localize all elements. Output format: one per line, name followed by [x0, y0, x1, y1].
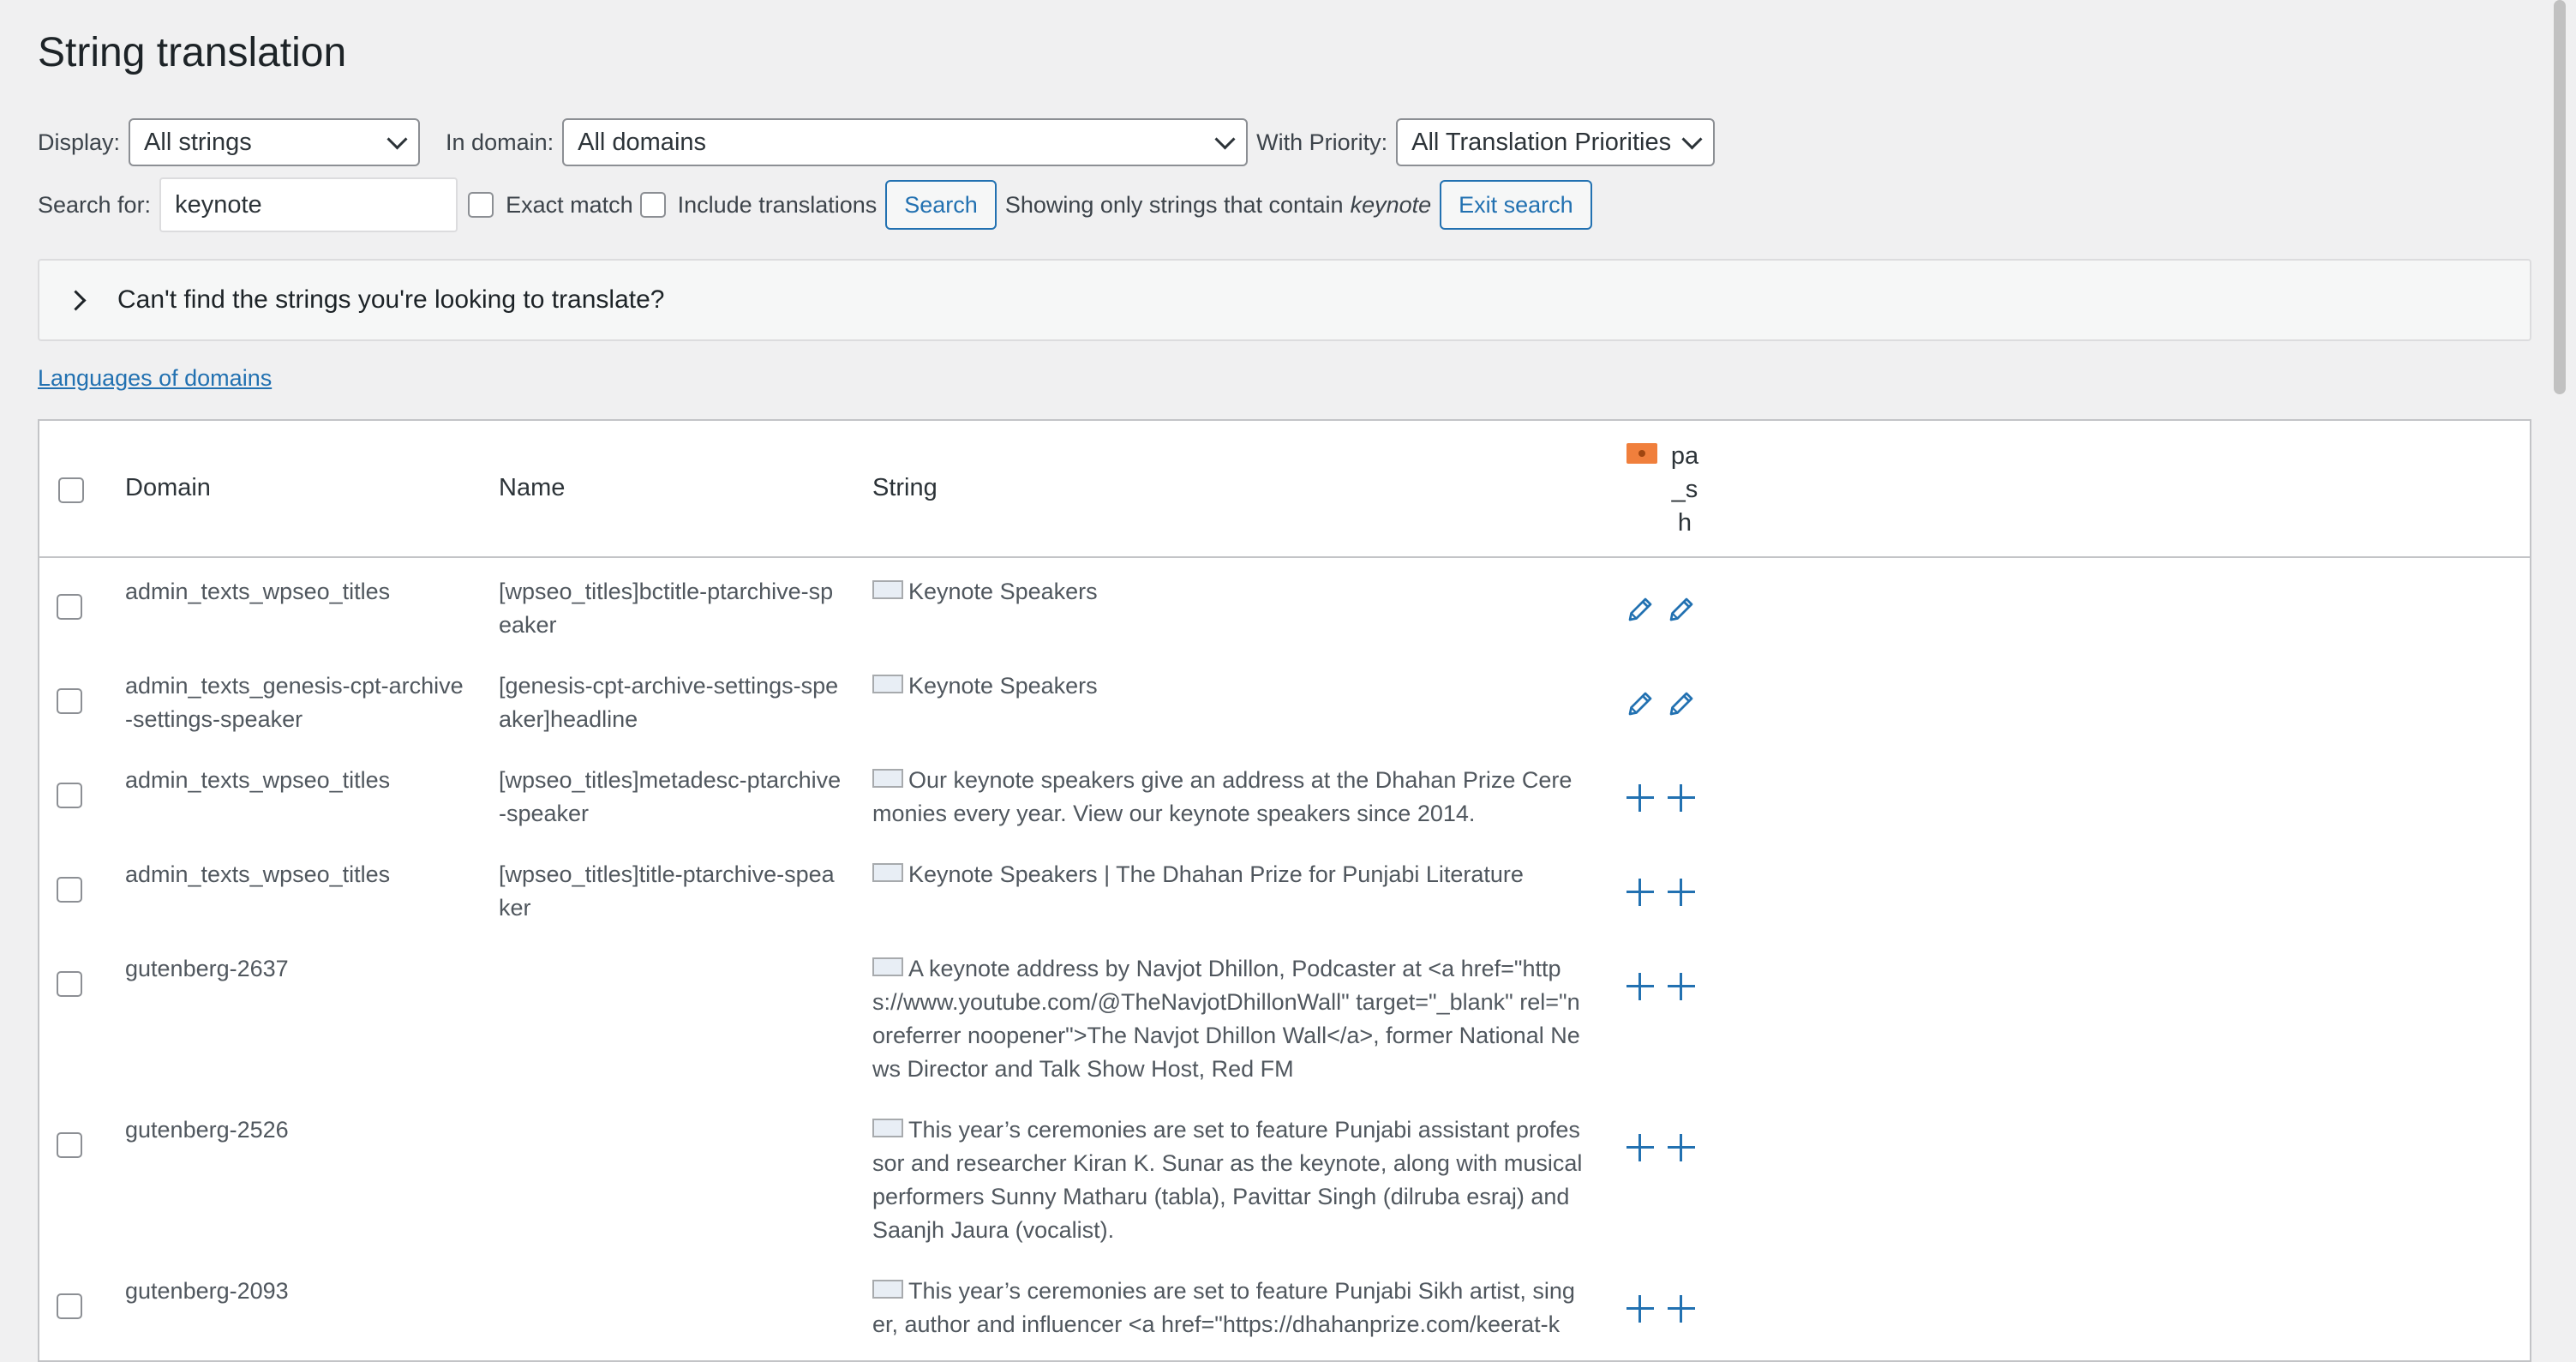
cant-find-strings-toggle[interactable]: Can't find the strings you're looking to…: [38, 259, 2531, 341]
exact-match-label: Exact match: [506, 191, 633, 218]
row-domain: gutenberg-2526: [125, 1117, 289, 1143]
row-string: Our keynote speakers give an address at …: [872, 764, 1584, 831]
english-flag-icon: [872, 957, 903, 976]
add-translation-plus-icon[interactable]: [1666, 1293, 1697, 1324]
search-bar: Search for: keynote Exact match Include …: [38, 177, 1592, 232]
row-string-text: Our keynote speakers give an address at …: [872, 767, 1573, 826]
search-input[interactable]: keynote: [159, 177, 458, 232]
domain-label: In domain:: [446, 129, 554, 155]
row-string: Keynote Speakers: [872, 575, 1584, 609]
add-translation-plus-icon[interactable]: [1666, 1132, 1697, 1163]
row-checkbox[interactable]: [57, 1293, 82, 1319]
row-string: A keynote address by Navjot Dhillon, Pod…: [872, 952, 1584, 1086]
edit-translation-pencil-icon[interactable]: [1625, 594, 1656, 625]
row-domain: gutenberg-2637: [125, 956, 289, 981]
row-checkbox[interactable]: [57, 1132, 82, 1158]
header-domain[interactable]: Domain: [125, 474, 211, 502]
add-translation-plus-icon[interactable]: [1666, 971, 1697, 1002]
row-checkbox[interactable]: [57, 971, 82, 997]
row-domain: admin_texts_wpseo_titles: [125, 767, 391, 793]
add-translation-plus-icon[interactable]: [1625, 971, 1656, 1002]
row-name: [wpseo_titles]metadesc-ptarchive-speaker: [499, 767, 842, 826]
chevron-down-icon: [386, 128, 408, 150]
row-string: Keynote Speakers | The Dhahan Prize for …: [872, 858, 1584, 891]
page-title: String translation: [38, 30, 347, 75]
page-scrollbar[interactable]: [2547, 0, 2576, 1325]
strings-table: Domain Name String pa_sh admin_texts_wps…: [38, 419, 2531, 1362]
add-translation-plus-icon[interactable]: [1625, 1293, 1656, 1324]
row-domain: admin_texts_wpseo_titles: [125, 579, 391, 604]
english-flag-icon: [872, 1119, 903, 1137]
search-button[interactable]: Search: [885, 180, 997, 230]
add-translation-plus-icon[interactable]: [1625, 1132, 1656, 1163]
punjabi-flag-icon: [1626, 443, 1657, 464]
header-name[interactable]: Name: [499, 474, 565, 502]
display-label: Display:: [38, 129, 121, 155]
row-domain: gutenberg-2093: [125, 1278, 289, 1304]
row-string-text: A keynote address by Navjot Dhillon, Pod…: [872, 956, 1580, 1082]
showing-text: Showing only strings that contain: [1004, 191, 1344, 218]
row-name: [genesis-cpt-archive-settings-speaker]he…: [499, 673, 839, 732]
add-translation-plus-icon[interactable]: [1666, 877, 1697, 908]
languages-of-domains-link[interactable]: Languages of domains: [38, 365, 272, 392]
row-string: This year’s ceremonies are set to featur…: [872, 1113, 1584, 1247]
row-string: Keynote Speakers: [872, 669, 1584, 703]
row-domain: admin_texts_genesis-cpt-archive-settings…: [125, 673, 464, 732]
row-name: [wpseo_titles]bctitle-ptarchive-speaker: [499, 579, 834, 638]
filter-bar: Display: All strings In domain: All doma…: [38, 118, 1716, 166]
add-translation-plus-icon[interactable]: [1625, 783, 1656, 813]
exact-match-checkbox[interactable]: [468, 192, 494, 218]
english-flag-icon: [872, 675, 903, 693]
row-checkbox[interactable]: [57, 877, 82, 903]
english-flag-icon: [872, 580, 903, 599]
add-translation-plus-icon[interactable]: [1666, 783, 1697, 813]
priority-select-value: All Translation Priorities: [1411, 128, 1672, 156]
exit-search-button[interactable]: Exit search: [1440, 180, 1592, 230]
select-all-checkbox[interactable]: [58, 477, 84, 503]
row-string-text: Keynote Speakers: [908, 673, 1098, 699]
chevron-right-icon: [65, 289, 87, 311]
row-string: This year’s ceremonies are set to featur…: [872, 1275, 1584, 1341]
english-flag-icon: [872, 769, 903, 788]
row-checkbox[interactable]: [57, 688, 82, 714]
display-select[interactable]: All strings: [129, 118, 421, 166]
header-language: pa_sh: [1670, 442, 1699, 537]
row-domain: admin_texts_wpseo_titles: [125, 861, 391, 887]
include-translations-label: Include translations: [677, 191, 878, 218]
row-string-text: This year’s ceremonies are set to featur…: [872, 1278, 1575, 1337]
domain-select[interactable]: All domains: [562, 118, 1249, 166]
english-flag-icon: [872, 1280, 903, 1299]
include-translations-checkbox[interactable]: [639, 192, 666, 218]
row-string-text: Keynote Speakers: [908, 579, 1098, 604]
priority-select[interactable]: All Translation Priorities: [1396, 118, 1716, 166]
edit-translation-pencil-icon[interactable]: [1625, 688, 1656, 719]
search-label: Search for:: [38, 191, 152, 218]
row-string-text: Keynote Speakers | The Dhahan Prize for …: [908, 861, 1524, 887]
edit-translation-pencil-icon[interactable]: [1666, 688, 1697, 719]
row-name: [wpseo_titles]title-ptarchive-speaker: [499, 861, 835, 921]
chevron-down-icon: [1681, 128, 1703, 150]
header-string[interactable]: String: [872, 474, 938, 502]
row-string-text: This year’s ceremonies are set to featur…: [872, 1117, 1583, 1243]
priority-label: With Priority:: [1256, 129, 1388, 155]
table-header: Domain Name String pa_sh: [39, 421, 2530, 558]
edit-translation-pencil-icon[interactable]: [1666, 594, 1697, 625]
showing-term: keynote: [1350, 191, 1432, 218]
domain-select-value: All domains: [578, 128, 707, 156]
cant-find-strings-text: Can't find the strings you're looking to…: [117, 285, 665, 314]
english-flag-icon: [872, 863, 903, 882]
chevron-down-icon: [1214, 128, 1236, 150]
display-select-value: All strings: [144, 128, 252, 156]
scrollbar-thumb[interactable]: [2554, 0, 2566, 394]
row-checkbox[interactable]: [57, 594, 82, 620]
add-translation-plus-icon[interactable]: [1625, 877, 1656, 908]
row-checkbox[interactable]: [57, 783, 82, 808]
